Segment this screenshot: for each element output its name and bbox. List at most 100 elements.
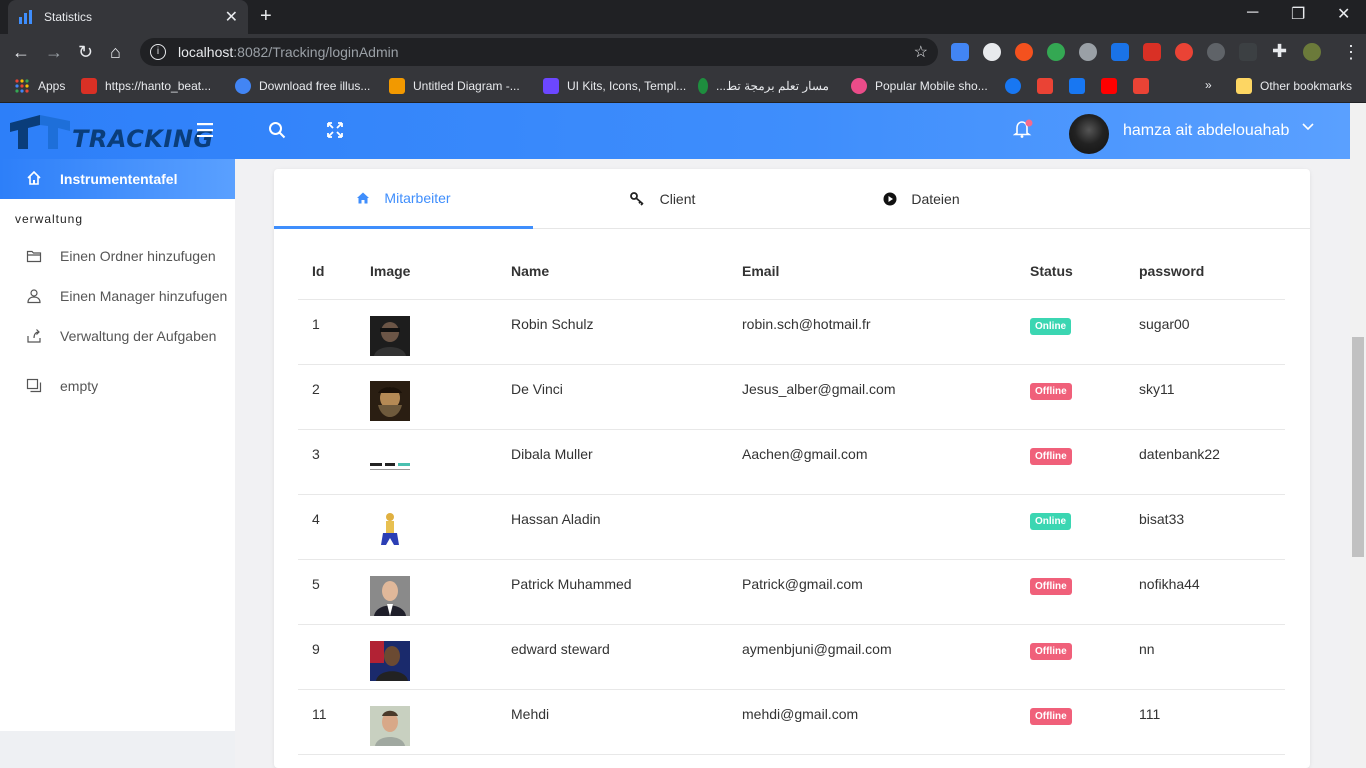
extension-icon[interactable]	[1079, 43, 1097, 61]
cell-image	[356, 429, 497, 495]
table-row[interactable]: 2 De Vinci Jesus_alber@gmail.com Offline…	[298, 364, 1285, 430]
column-header-name: Name	[497, 244, 728, 300]
facebook-icon[interactable]	[1069, 78, 1085, 94]
home-icon[interactable]: ⌂	[110, 42, 121, 62]
window-close-icon[interactable]: ✕	[1337, 4, 1350, 24]
cell-name: edward steward	[497, 624, 728, 690]
cell-password: sugar00	[1125, 299, 1285, 365]
employee-photo	[370, 575, 410, 616]
user-name[interactable]: hamza ait abdelouahab	[1123, 122, 1289, 140]
timer-extension-icon[interactable]	[1047, 43, 1065, 61]
sidebar-item-empty[interactable]: empty	[0, 376, 235, 396]
other-bookmarks[interactable]: Other bookmarks	[1236, 78, 1352, 94]
tab-client[interactable]: Client	[533, 169, 792, 229]
bookmark-favicon-icon	[81, 78, 97, 94]
sidebar-item-dashboard[interactable]: Instrumententafel	[0, 159, 235, 199]
bell-icon[interactable]	[1013, 119, 1033, 139]
sidebar-item-label: empty	[60, 378, 99, 394]
search-icon[interactable]	[268, 121, 286, 139]
bookmarks-overflow[interactable]: »	[1205, 78, 1212, 92]
status-badge: Offline	[1030, 577, 1072, 595]
tab-employees[interactable]: Mitarbeiter	[274, 169, 533, 229]
table-row[interactable]: 11 Mehdi mehdi@gmail.com Offline 111	[298, 689, 1285, 755]
cell-id: 3	[298, 429, 356, 495]
tab-files[interactable]: Dateien	[792, 169, 1051, 229]
chevron-down-icon[interactable]	[1302, 120, 1314, 132]
status-badge: Offline	[1030, 642, 1072, 660]
sidebar-item-task-management[interactable]: Verwaltung der Aufgaben	[0, 326, 235, 346]
column-header-password: password	[1125, 244, 1285, 300]
gmail-icon[interactable]	[1133, 78, 1149, 94]
table-row[interactable]: 5 Patrick Muhammed Patrick@gmail.com Off…	[298, 559, 1285, 625]
cell-status: Offline	[1016, 364, 1125, 430]
address-bar[interactable]: i localhost:8082/Tracking/loginAdmin ☆	[140, 38, 938, 66]
table-row[interactable]: 1 Robin Schulz robin.sch@hotmail.fr Onli…	[298, 299, 1285, 365]
tracking-logo[interactable]: TRACKING	[10, 111, 213, 153]
extension-icon[interactable]	[1239, 43, 1257, 61]
extension-icon[interactable]	[1143, 43, 1161, 61]
bookmark-star-icon[interactable]: ☆	[914, 42, 928, 62]
bookmark-item[interactable]: Popular Mobile sho...	[851, 78, 988, 94]
avatar[interactable]	[1069, 114, 1109, 154]
bookmark-item[interactable]: مسار تعلم برمجة تط...	[698, 78, 829, 94]
cell-password: bisat33	[1125, 494, 1285, 560]
blocker-extension-icon[interactable]	[983, 43, 1001, 61]
table-row[interactable]: 3 Dibala Muller Aachen@gmail.com Offline…	[298, 429, 1285, 495]
browser-tab[interactable]: Statistics ✕	[8, 0, 248, 34]
youtube-icon[interactable]	[1101, 78, 1117, 94]
bookmark-apps[interactable]: Apps	[14, 78, 65, 94]
url-path: :8082/Tracking/loginAdmin	[233, 44, 399, 60]
minimize-icon[interactable]: ─	[1247, 4, 1258, 22]
table-row[interactable]: 4 Hassan Aladin Online bisat33	[298, 494, 1285, 560]
cell-email: mehdi@gmail.com	[728, 689, 1016, 755]
bookmark-item[interactable]: https://hanto_beat...	[81, 78, 211, 94]
sidebar-item-add-manager[interactable]: Einen Manager hinzufugen	[0, 286, 235, 306]
cell-name: Mehdi	[497, 689, 728, 755]
scrollbar-thumb[interactable]	[1352, 337, 1364, 557]
tab-bar: Mitarbeiter Client Dateien	[274, 169, 1310, 229]
status-badge: Offline	[1030, 707, 1072, 725]
profile-avatar[interactable]	[1303, 43, 1321, 61]
extension-icon[interactable]	[1015, 43, 1033, 61]
bookmark-label: Download free illus...	[259, 79, 371, 93]
employee-photo	[370, 315, 410, 356]
bookmark-item[interactable]: Download free illus...	[235, 78, 370, 94]
extensions-puzzle-icon[interactable]: ✚	[1272, 41, 1287, 61]
reload-icon[interactable]: ↻	[78, 42, 93, 62]
employee-photo	[370, 445, 410, 486]
bookmark-item[interactable]: UI Kits, Icons, Templ...	[543, 78, 686, 94]
table-row[interactable]: 9 edward steward aymenbjuni@gmail.com Of…	[298, 624, 1285, 690]
cell-name: Patrick Muhammed	[497, 559, 728, 625]
bookmark-item[interactable]: Untitled Diagram -...	[389, 78, 520, 94]
tab-label: Client	[659, 191, 696, 207]
status-badge: Offline	[1030, 382, 1072, 400]
extension-icon[interactable]	[1111, 43, 1129, 61]
bookmark-label: https://hanto_beat...	[105, 79, 212, 93]
fullscreen-icon[interactable]	[326, 121, 344, 139]
translate-extension-icon[interactable]	[951, 43, 969, 61]
restore-icon[interactable]: ❐	[1291, 4, 1305, 24]
gmail-icon[interactable]	[1037, 78, 1053, 94]
close-icon[interactable]: ✕	[225, 7, 238, 27]
folder-icon	[1236, 78, 1252, 94]
cell-password: datenbank22	[1125, 429, 1285, 495]
bookmark-label: مسار تعلم برمجة تط...	[716, 79, 829, 93]
cell-password: sky11	[1125, 364, 1285, 430]
cell-status: Offline	[1016, 559, 1125, 625]
info-icon[interactable]: i	[150, 44, 166, 60]
extension-icon[interactable]	[1207, 43, 1225, 61]
bookmark-favicon-icon	[235, 78, 251, 94]
bookmark-favicon-icon	[851, 78, 867, 94]
forward-icon[interactable]: →	[45, 42, 63, 62]
new-tab-button[interactable]: +	[260, 5, 272, 28]
status-badge: Offline	[1030, 447, 1072, 465]
browser-menu-icon[interactable]: ⋮	[1342, 42, 1360, 62]
cell-status: Offline	[1016, 624, 1125, 690]
back-icon[interactable]: ←	[12, 42, 30, 62]
other-bookmarks-label: Other bookmarks	[1260, 79, 1353, 93]
messenger-icon[interactable]	[1005, 78, 1021, 94]
app-header: TRACKING hamza ait abdelouahab	[0, 103, 1350, 159]
extension-icon[interactable]	[1175, 43, 1193, 61]
hamburger-menu-icon[interactable]	[197, 123, 213, 137]
sidebar-item-add-folder[interactable]: Einen Ordner hinzufugen	[0, 246, 235, 266]
